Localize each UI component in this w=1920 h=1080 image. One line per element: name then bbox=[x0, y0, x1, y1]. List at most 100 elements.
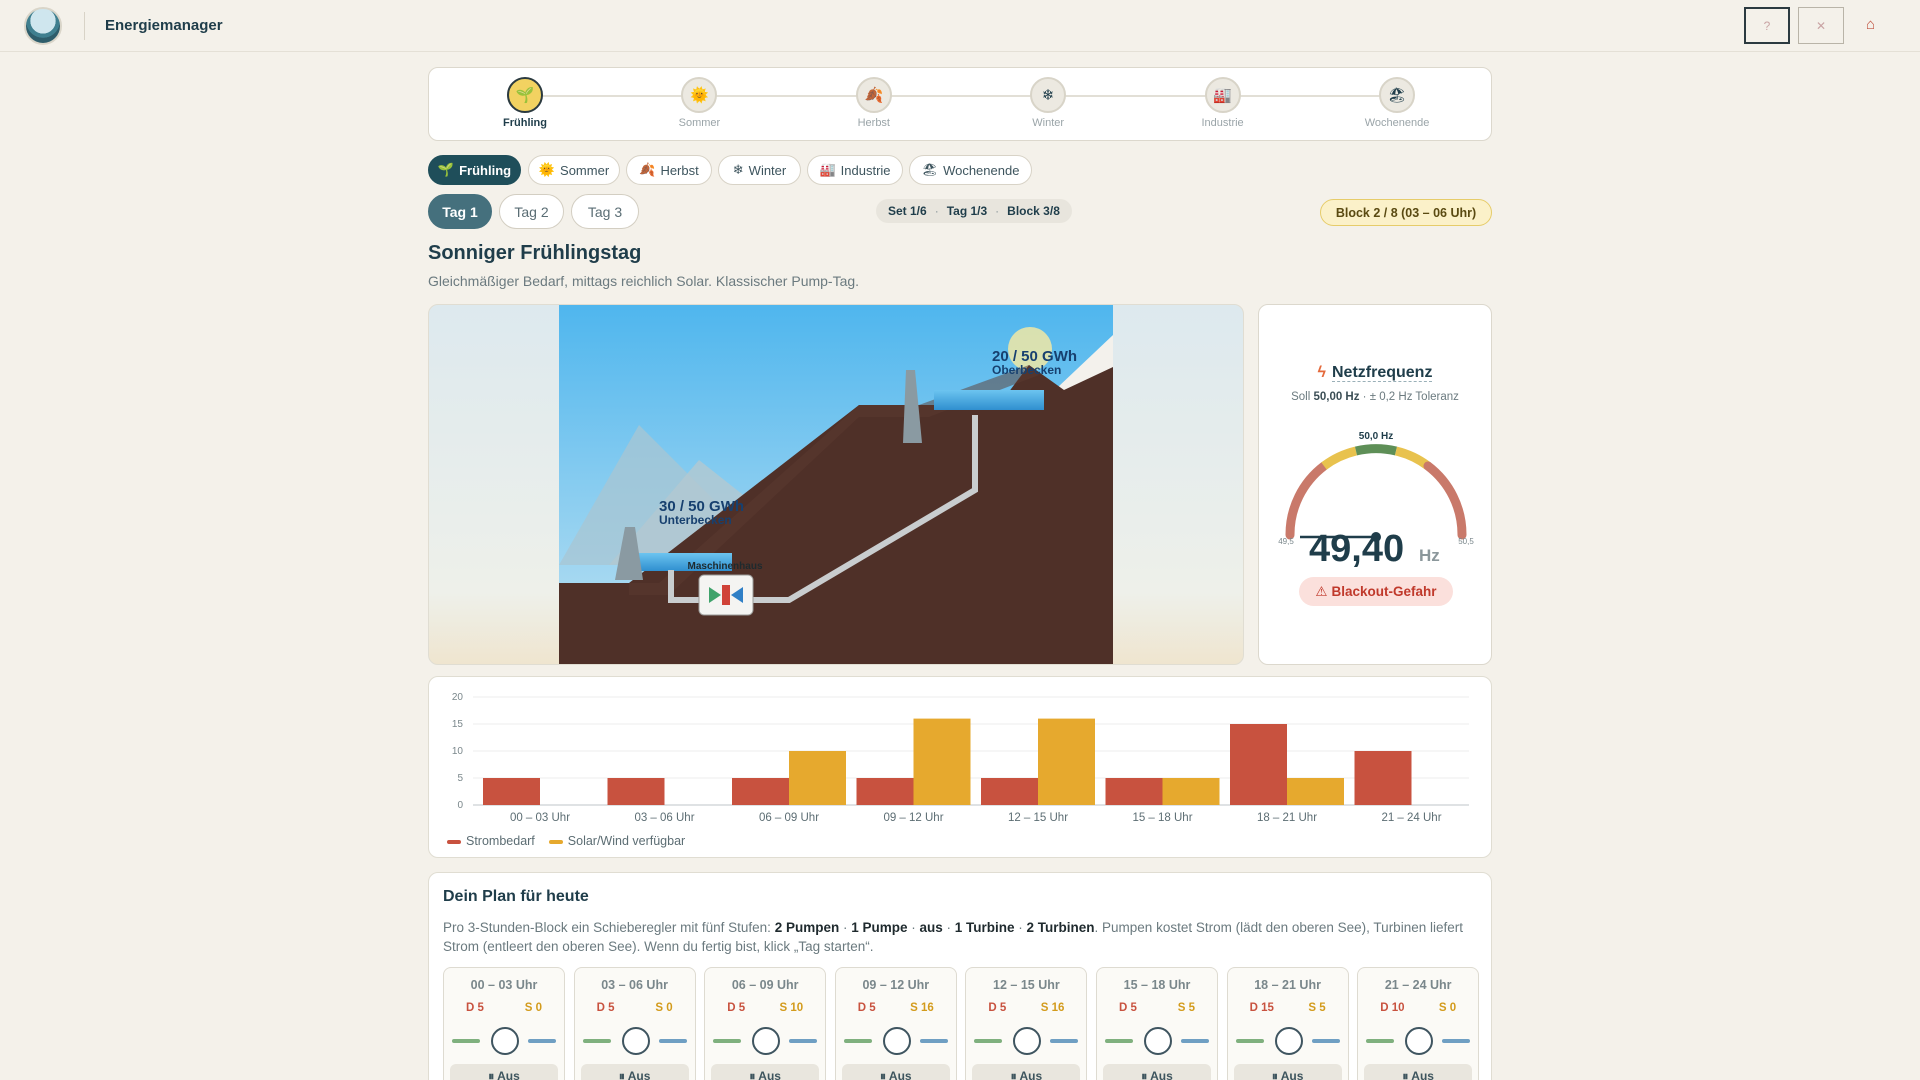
block-time: 09 – 12 Uhr bbox=[862, 978, 930, 992]
frequency-card: ϟ Netzfrequenz Soll 50,00 Hz · ± 0,2 Hz T… bbox=[1258, 304, 1492, 665]
mode-slider-knob[interactable] bbox=[1144, 1027, 1172, 1055]
block-demand: D 15 bbox=[1249, 1002, 1274, 1014]
scenario-label: Frühling bbox=[459, 162, 512, 178]
day-tab-1[interactable]: Tag 1 bbox=[428, 194, 492, 229]
mode-slider-knob[interactable] bbox=[1405, 1027, 1434, 1055]
progress-day: Tag 1/3 bbox=[946, 204, 988, 218]
y-tick-label: 0 bbox=[457, 800, 463, 811]
gauge-min-label: 49,5 bbox=[1278, 537, 1294, 545]
step-label: Industrie bbox=[1201, 117, 1244, 129]
stepper-step-2[interactable]: 🍂 Herbst bbox=[814, 77, 934, 129]
block-supply: S 10 bbox=[779, 1002, 804, 1014]
season-icon: 🏭 bbox=[1204, 77, 1241, 113]
machine-core bbox=[722, 585, 730, 605]
mode-button[interactable]: ⏸ Aus bbox=[580, 1064, 689, 1080]
block-supply: S 0 bbox=[1438, 1002, 1457, 1014]
frequency-value: 49,40 bbox=[1309, 528, 1405, 570]
bar-demand bbox=[1230, 724, 1287, 805]
scenario-label: Herbst bbox=[660, 162, 699, 178]
scenario-icon: 🏖 bbox=[921, 162, 939, 177]
stepper-step-0[interactable]: 🌱 Frühling bbox=[465, 77, 585, 129]
block-supply: S 16 bbox=[910, 1002, 934, 1014]
season-stepper: 🌱 Frühling 🌞 Sommer 🍂 Herbst ❄ Winter 🏭 Industrie… bbox=[428, 67, 1492, 141]
plan-block: 21 – 24 Uhr D 10 S 0 ⏸ Aus bbox=[1357, 967, 1480, 1080]
bar-solar bbox=[1038, 718, 1095, 805]
mode-slider-knob[interactable] bbox=[1013, 1027, 1042, 1055]
stepper-step-1[interactable]: 🌞 Sommer bbox=[639, 77, 759, 129]
mode-button[interactable]: ⏸ Aus bbox=[711, 1064, 820, 1080]
gauge-mid-label: 50,0 Hz bbox=[1359, 431, 1393, 442]
mode-slider-knob[interactable] bbox=[1274, 1027, 1303, 1055]
current-block-badge: Block 2 / 8 (03 – 06 Uhr) bbox=[1320, 199, 1492, 226]
frequency-target: Soll 50,00 Hz · ± 0,2 Hz Toleranz bbox=[1291, 391, 1459, 403]
x-tick-label: 18 – 21 Uhr bbox=[1257, 812, 1317, 824]
scenario-pill-3[interactable]: ❄ Winter bbox=[718, 155, 801, 185]
day-tab-2[interactable]: Tag 2 bbox=[499, 194, 564, 229]
scenario-pill-2[interactable]: 🍂 Herbst bbox=[626, 155, 712, 185]
lightning-icon: ϟ bbox=[1317, 364, 1326, 381]
mute-button[interactable]: ✕ bbox=[1798, 7, 1844, 44]
plan-block: 03 – 06 Uhr D 5 S 0 ⏸ Aus bbox=[573, 967, 696, 1080]
stepper-step-4[interactable]: 🏭 Industrie bbox=[1163, 77, 1283, 129]
block-supply: S 5 bbox=[1177, 1002, 1195, 1014]
mode-button[interactable]: ⏸ Aus bbox=[972, 1064, 1081, 1080]
progress-set: Set 1/6 bbox=[888, 204, 927, 218]
mode-slider-knob[interactable] bbox=[491, 1027, 519, 1055]
scenario-icon: 🏭 bbox=[819, 162, 836, 177]
help-button[interactable]: ? bbox=[1744, 7, 1790, 44]
bar-demand bbox=[981, 778, 1038, 805]
mode-slider-knob[interactable] bbox=[882, 1027, 911, 1055]
scenario-pill-4[interactable]: 🏭 Industrie bbox=[807, 155, 903, 185]
top-bar: Energiemanager ? ✕ ⌂ bbox=[0, 0, 1920, 52]
bar-demand bbox=[607, 778, 665, 805]
mode-button[interactable]: ⏸ Aus bbox=[450, 1064, 558, 1080]
pumped-storage-scene: Maschinenhaus 20 / 50 GWh Oberbecken 30 … bbox=[428, 304, 1244, 665]
plan-description: Pro 3-Stunden-Block ein Schieberegler mi… bbox=[443, 920, 1463, 954]
block-demand: D 5 bbox=[466, 1002, 484, 1014]
progress-block: Block 3/8 bbox=[1007, 204, 1060, 218]
scenario-pill-5[interactable]: 🏖 Wochenende bbox=[909, 155, 1032, 185]
scenario-pill-0[interactable]: 🌱 Frühling bbox=[428, 155, 521, 185]
plan-block: 06 – 09 Uhr D 5 S 10 ⏸ Aus bbox=[704, 967, 827, 1080]
y-tick-label: 5 bbox=[457, 773, 463, 784]
mode-slider-knob[interactable] bbox=[752, 1027, 781, 1055]
home-icon[interactable]: ⌂ bbox=[1866, 16, 1875, 33]
day-tab-3[interactable]: Tag 3 bbox=[571, 194, 639, 229]
block-time: 18 – 21 Uhr bbox=[1254, 978, 1321, 992]
upper-reservoir-label: Oberbecken bbox=[992, 363, 1061, 377]
scenario-pill-1[interactable]: 🌞 Sommer bbox=[528, 155, 620, 185]
plan-block: 18 – 21 Uhr D 15 S 5 ⏸ Aus bbox=[1226, 967, 1349, 1080]
block-demand: D 5 bbox=[988, 1002, 1007, 1014]
gauge-max-label: 50,5 bbox=[1458, 537, 1474, 545]
help-icon: ? bbox=[1763, 18, 1771, 33]
mode-slider-knob[interactable] bbox=[621, 1027, 650, 1055]
stepper-step-3[interactable]: ❄ Winter bbox=[988, 77, 1108, 129]
scene-illustration: Maschinenhaus 20 / 50 GWh Oberbecken 30 … bbox=[559, 305, 1113, 664]
x-tick-label: 06 – 09 Uhr bbox=[759, 812, 819, 824]
scenario-label: Sommer bbox=[560, 162, 610, 178]
mode-button[interactable]: ⏸ Aus bbox=[1233, 1064, 1342, 1080]
block-supply: S 5 bbox=[1308, 1002, 1326, 1014]
block-demand: D 5 bbox=[857, 1002, 876, 1014]
block-time: 12 – 15 Uhr bbox=[993, 978, 1060, 992]
scenario-icon: 🌱 bbox=[437, 162, 455, 177]
block-demand: D 5 bbox=[727, 1002, 746, 1014]
mode-button[interactable]: ⏸ Aus bbox=[1103, 1064, 1211, 1080]
season-icon: 🌞 bbox=[681, 77, 718, 113]
frequency-gauge: 50,0 Hz 49,5 50,5 bbox=[1278, 431, 1474, 545]
mode-button[interactable]: ⏸ Aus bbox=[841, 1064, 950, 1080]
block-demand: D 5 bbox=[596, 1002, 615, 1014]
mute-icon: ✕ bbox=[1815, 18, 1827, 33]
stepper-step-5[interactable]: 🏖 Wochenende bbox=[1337, 77, 1457, 129]
app-logo[interactable] bbox=[24, 7, 62, 45]
upper-reservoir-water bbox=[934, 390, 1044, 410]
app-title: Energiemanager bbox=[105, 17, 223, 34]
y-tick-label: 10 bbox=[452, 746, 464, 757]
step-label: Herbst bbox=[857, 117, 890, 129]
plan-block: 09 – 12 Uhr D 5 S 16 ⏸ Aus bbox=[834, 967, 957, 1080]
frequency-title[interactable]: ϟ Netzfrequenz bbox=[1259, 364, 1491, 382]
mode-button[interactable]: ⏸ Aus bbox=[1364, 1064, 1473, 1080]
step-label: Winter bbox=[1032, 117, 1065, 129]
x-tick-label: 12 – 15 Uhr bbox=[1008, 812, 1068, 824]
plan-title: Dein Plan für heute bbox=[443, 888, 589, 905]
